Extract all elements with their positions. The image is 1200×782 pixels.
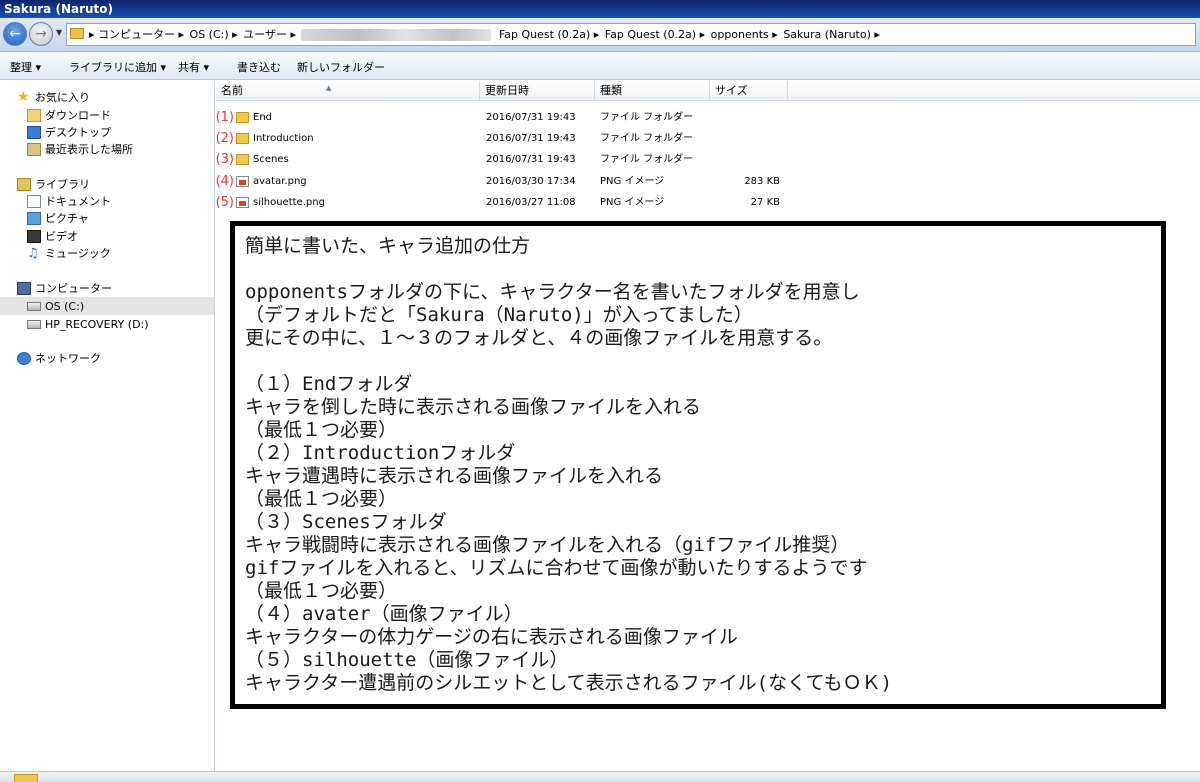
recent-places-icon	[27, 143, 41, 156]
back-button[interactable]: ←	[3, 22, 27, 46]
note-line: （１）Endフォルダ	[245, 373, 413, 395]
file-type: ファイル フォルダー	[600, 154, 694, 165]
breadcrumb-drive-c[interactable]: OS (C:) ▸	[190, 28, 238, 41]
file-date: 2016/03/27 11:08	[486, 197, 576, 208]
instruction-note-box: 簡単に書いた、キャラ追加の仕方 opponentsフォルダの下に、キャラクター名…	[230, 221, 1166, 709]
annotation-number: (3)	[215, 152, 234, 167]
breadcrumb-current-folder[interactable]: Sakura (Naruto) ▸	[783, 28, 880, 41]
file-type: ファイル フォルダー	[600, 133, 694, 144]
arrow-left-icon: ←	[9, 26, 21, 42]
library-icon	[17, 178, 31, 191]
file-name: silhouette.png	[253, 197, 325, 208]
column-header-name[interactable]: 名前 ▲	[216, 81, 480, 101]
annotation-number: (1)	[215, 110, 234, 125]
note-line: （最低１つ必要）	[245, 419, 398, 441]
file-name: Scenes	[253, 154, 289, 165]
note-line: gifファイルを入れると、リズムに合わせて画像が動いたりするようです	[245, 557, 868, 579]
command-bar: 整理 ▾ ライブラリに追加 ▾ 共有 ▾ 書き込む 新しいフォルダー	[0, 52, 1200, 80]
folder-icon	[236, 133, 249, 144]
forward-button[interactable]: →	[29, 22, 53, 46]
note-line: （４）avater（画像ファイル）	[245, 603, 523, 625]
downloads-folder-icon	[27, 109, 41, 122]
note-line: キャラを倒した時に表示される画像ファイルを入れる	[245, 396, 702, 418]
note-line: （２）Introductionフォルダ	[245, 442, 516, 464]
note-line: （デフォルトだと「Sakura（Naruto)」が入ってました）	[245, 304, 753, 326]
file-date: 2016/03/30 17:34	[486, 176, 576, 187]
file-row[interactable]: (4) avatar.png 2016/03/30 17:34 PNG イメージ…	[216, 171, 1200, 192]
annotation-number: (5)	[215, 195, 234, 210]
annotation-number: (4)	[215, 174, 234, 189]
file-name: Introduction	[253, 133, 314, 144]
status-bar	[0, 771, 1200, 782]
recent-pages-dropdown-icon[interactable]: ▼	[56, 28, 62, 37]
note-line: （最低１つ必要）	[245, 580, 398, 602]
note-line: （３）Scenesフォルダ	[245, 511, 447, 533]
breadcrumb: ▸ コンピューター ▸ OS (C:) ▸ ユーザー ▸ Fap Quest (…	[89, 24, 882, 45]
annotation-number: (2)	[215, 131, 234, 146]
desktop-icon	[27, 126, 41, 139]
file-row[interactable]: (1) End 2016/07/31 19:43 ファイル フォルダー	[216, 107, 1200, 128]
file-name: avatar.png	[253, 176, 307, 187]
computer-icon	[17, 282, 31, 295]
organize-button[interactable]: 整理 ▾	[10, 59, 41, 75]
new-folder-button[interactable]: 新しいフォルダー	[297, 59, 385, 75]
burn-button[interactable]: 書き込む	[237, 59, 281, 75]
file-name: End	[253, 112, 273, 123]
file-type: ファイル フォルダー	[600, 112, 694, 123]
breadcrumb-fap-quest-inner[interactable]: Fap Quest (0.2a) ▸	[605, 28, 705, 41]
file-date: 2016/07/31 19:43	[486, 112, 576, 123]
video-icon	[27, 230, 41, 243]
breadcrumb-opponents[interactable]: opponents ▸	[711, 28, 778, 41]
add-to-library-button[interactable]: ライブラリに追加 ▾	[69, 59, 166, 75]
image-file-icon	[236, 176, 249, 187]
breadcrumb-computer[interactable]: ▸ コンピューター ▸	[89, 28, 184, 41]
address-bar[interactable]: ▸ コンピューター ▸ OS (C:) ▸ ユーザー ▸ Fap Quest (…	[66, 23, 1196, 46]
sort-up-icon: ▲	[326, 84, 332, 92]
share-button[interactable]: 共有 ▾	[178, 59, 209, 75]
star-icon: ★	[17, 89, 30, 105]
note-line: キャラクターの体力ゲージの右に表示される画像ファイル	[245, 626, 738, 648]
note-line: キャラクター遭遇前のシルエットとして表示されるファイル(なくてもＯＫ)	[245, 672, 893, 694]
folder-icon	[236, 154, 249, 165]
note-line: （最低１つ必要）	[245, 488, 398, 510]
breadcrumb-fap-quest-outer[interactable]: Fap Quest (0.2a) ▸	[499, 28, 599, 41]
arrow-right-icon: →	[35, 26, 47, 42]
file-row[interactable]: (3) Scenes 2016/07/31 19:43 ファイル フォルダー	[216, 149, 1200, 170]
file-row[interactable]: (2) Introduction 2016/07/31 19:43 ファイル フ…	[216, 128, 1200, 149]
navigation-pane: ★ お気に入り ダウンロード デスクトップ 最近表示した場所 ライブラリ ドキュ…	[0, 81, 215, 771]
drive-icon	[27, 320, 41, 329]
file-type: PNG イメージ	[600, 197, 665, 208]
document-icon	[27, 195, 41, 208]
address-row: ← → ▼ ▸ コンピューター ▸ OS (C:) ▸ ユーザー ▸ Fap Q…	[0, 18, 1200, 52]
note-line: キャラ遭遇時に表示される画像ファイルを入れる	[245, 465, 664, 487]
drive-icon	[27, 302, 41, 311]
pictures-icon	[27, 212, 41, 225]
image-file-icon	[236, 197, 249, 208]
redacted-path-segment	[301, 29, 492, 41]
folder-icon	[236, 112, 249, 123]
column-header-type[interactable]: 種類	[595, 81, 710, 101]
note-line: キャラ戦闘時に表示される画像ファイルを入れる（gifファイル推奨）	[245, 534, 850, 556]
folder-icon	[14, 774, 38, 782]
folder-icon	[70, 28, 84, 39]
breadcrumb-users[interactable]: ユーザー ▸	[243, 28, 296, 41]
column-header-row: 名前 ▲ 更新日時 種類 サイズ	[216, 81, 1200, 101]
network-icon	[17, 352, 31, 365]
file-date: 2016/07/31 19:43	[486, 154, 576, 165]
file-date: 2016/07/31 19:43	[486, 133, 576, 144]
note-line: opponentsフォルダの下に、キャラクター名を書いたフォルダを用意し	[245, 281, 860, 303]
column-header-date[interactable]: 更新日時	[480, 81, 595, 101]
file-type: PNG イメージ	[600, 176, 665, 187]
file-row[interactable]: (5) silhouette.png 2016/03/27 11:08 PNG …	[216, 192, 1200, 213]
file-size: 27 KB	[750, 197, 780, 208]
window-title: Sakura (Naruto)	[0, 0, 1200, 18]
column-header-size[interactable]: サイズ	[710, 81, 788, 101]
note-line: （５）silhouette（画像ファイル）	[245, 649, 569, 671]
music-note-icon: ♫	[27, 246, 39, 261]
note-line: 更にその中に、１～３のフォルダと、４の画像ファイルを用意する。	[245, 327, 833, 349]
file-size: 283 KB	[744, 176, 780, 187]
note-line: 簡単に書いた、キャラ追加の仕方	[245, 235, 531, 257]
